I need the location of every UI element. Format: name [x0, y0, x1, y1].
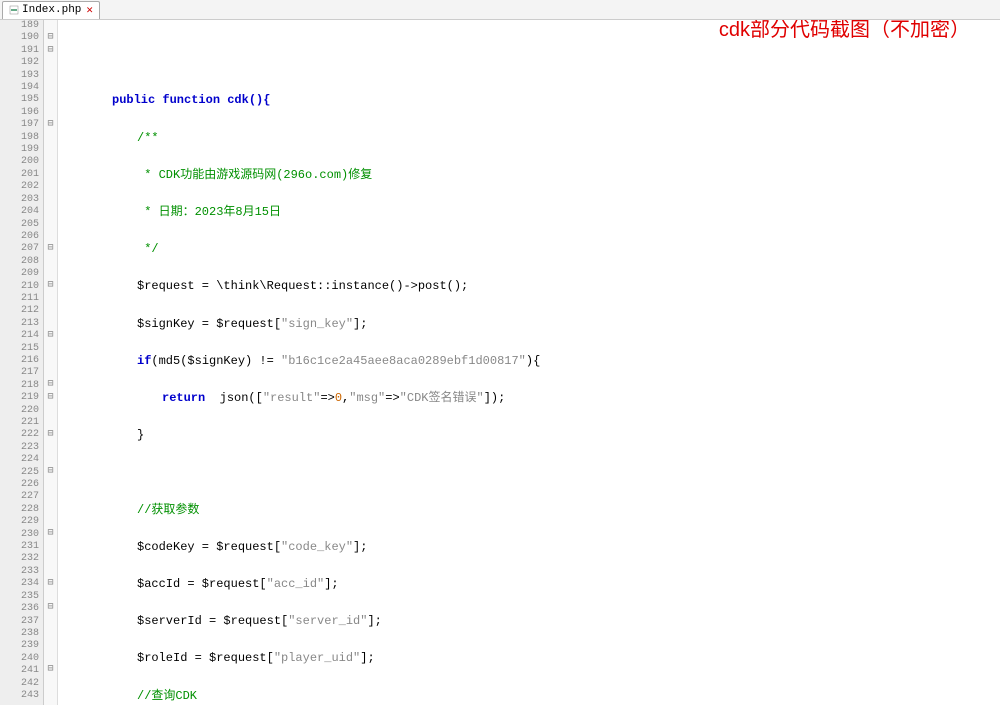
fold-marker [44, 342, 57, 354]
code-line: if(md5($signKey) != "b16c1ce2a45aee8aca0… [137, 355, 1000, 367]
fold-marker [44, 355, 57, 367]
fold-marker [44, 540, 57, 552]
fold-marker[interactable]: ⊟ [44, 664, 57, 676]
fold-marker [44, 503, 57, 515]
fold-marker [44, 305, 57, 317]
code-line [62, 57, 1000, 69]
fold-marker [44, 144, 57, 156]
code-line: //获取参数 [137, 504, 1000, 516]
fold-marker [44, 57, 57, 69]
code-editor: 1891901911921931941951961971981992002012… [0, 20, 1000, 705]
fold-marker[interactable]: ⊟ [44, 119, 57, 131]
fold-marker [44, 255, 57, 267]
fold-marker [44, 404, 57, 416]
code-line: public function cdk(){ [112, 94, 1000, 106]
tab-bar: Index.php ✕ [0, 0, 1000, 20]
annotation-overlay: cdk部分代码截图（不加密） [719, 24, 970, 36]
code-line: $serverId = $request["server_id"]; [137, 615, 1000, 627]
code-line: } [137, 429, 1000, 441]
fold-marker [44, 132, 57, 144]
code-line: * CDK功能由游戏源码网(296o.com)修复 [137, 169, 1000, 181]
fold-marker [44, 20, 57, 32]
code-line: $accId = $request["acc_id"]; [137, 578, 1000, 590]
close-tab-icon[interactable]: ✕ [86, 3, 93, 17]
code-line: $codeKey = $request["code_key"]; [137, 541, 1000, 553]
code-line: */ [137, 243, 1000, 255]
fold-marker [44, 565, 57, 577]
fold-marker [44, 590, 57, 602]
fold-marker [44, 156, 57, 168]
fold-marker[interactable]: ⊟ [44, 429, 57, 441]
fold-marker [44, 478, 57, 490]
fold-marker[interactable]: ⊟ [44, 602, 57, 614]
fold-marker [44, 367, 57, 379]
code-line: /** [137, 132, 1000, 144]
fold-marker [44, 615, 57, 627]
code-line: //查询CDK [137, 690, 1000, 702]
code-line [62, 466, 1000, 478]
line-number-gutter: 1891901911921931941951961971981992002012… [0, 20, 44, 705]
fold-marker [44, 640, 57, 652]
fold-marker [44, 206, 57, 218]
code-line: return json(["result"=>0,"msg"=>"CDK签名错误… [162, 392, 1000, 404]
code-area[interactable]: cdk部分代码截图（不加密） public function cdk(){ /*… [58, 20, 1000, 705]
fold-marker [44, 268, 57, 280]
fold-marker [44, 169, 57, 181]
code-line: $signKey = $request["sign_key"]; [137, 318, 1000, 330]
fold-marker[interactable]: ⊟ [44, 32, 57, 44]
fold-marker [44, 94, 57, 106]
fold-marker[interactable]: ⊟ [44, 578, 57, 590]
fold-marker [44, 553, 57, 565]
fold-marker [44, 70, 57, 82]
code-line: $roleId = $request["player_uid"]; [137, 652, 1000, 664]
fold-marker [44, 689, 57, 701]
fold-marker [44, 107, 57, 119]
fold-marker [44, 317, 57, 329]
code-line: $request = \think\Request::instance()->p… [137, 280, 1000, 292]
fold-marker [44, 652, 57, 664]
fold-marker[interactable]: ⊟ [44, 392, 57, 404]
file-tab[interactable]: Index.php ✕ [2, 1, 100, 19]
tab-filename: Index.php [22, 4, 81, 16]
fold-marker [44, 181, 57, 193]
fold-marker[interactable]: ⊟ [44, 45, 57, 57]
fold-marker[interactable]: ⊟ [44, 379, 57, 391]
fold-marker [44, 417, 57, 429]
fold-marker [44, 441, 57, 453]
fold-column: ⊟⊟⊟⊟⊟⊟⊟⊟⊟⊟⊟⊟⊟⊟ [44, 20, 58, 705]
fold-marker [44, 516, 57, 528]
fold-marker [44, 293, 57, 305]
php-file-icon [9, 5, 19, 15]
fold-marker [44, 82, 57, 94]
fold-marker[interactable]: ⊟ [44, 528, 57, 540]
fold-marker [44, 193, 57, 205]
fold-marker [44, 627, 57, 639]
fold-marker [44, 218, 57, 230]
fold-marker[interactable]: ⊟ [44, 280, 57, 292]
code-line: * 日期：2023年8月15日 [137, 206, 1000, 218]
fold-marker [44, 677, 57, 689]
fold-marker [44, 231, 57, 243]
fold-marker[interactable]: ⊟ [44, 466, 57, 478]
fold-marker [44, 454, 57, 466]
fold-marker [44, 491, 57, 503]
fold-marker[interactable]: ⊟ [44, 330, 57, 342]
fold-marker[interactable]: ⊟ [44, 243, 57, 255]
